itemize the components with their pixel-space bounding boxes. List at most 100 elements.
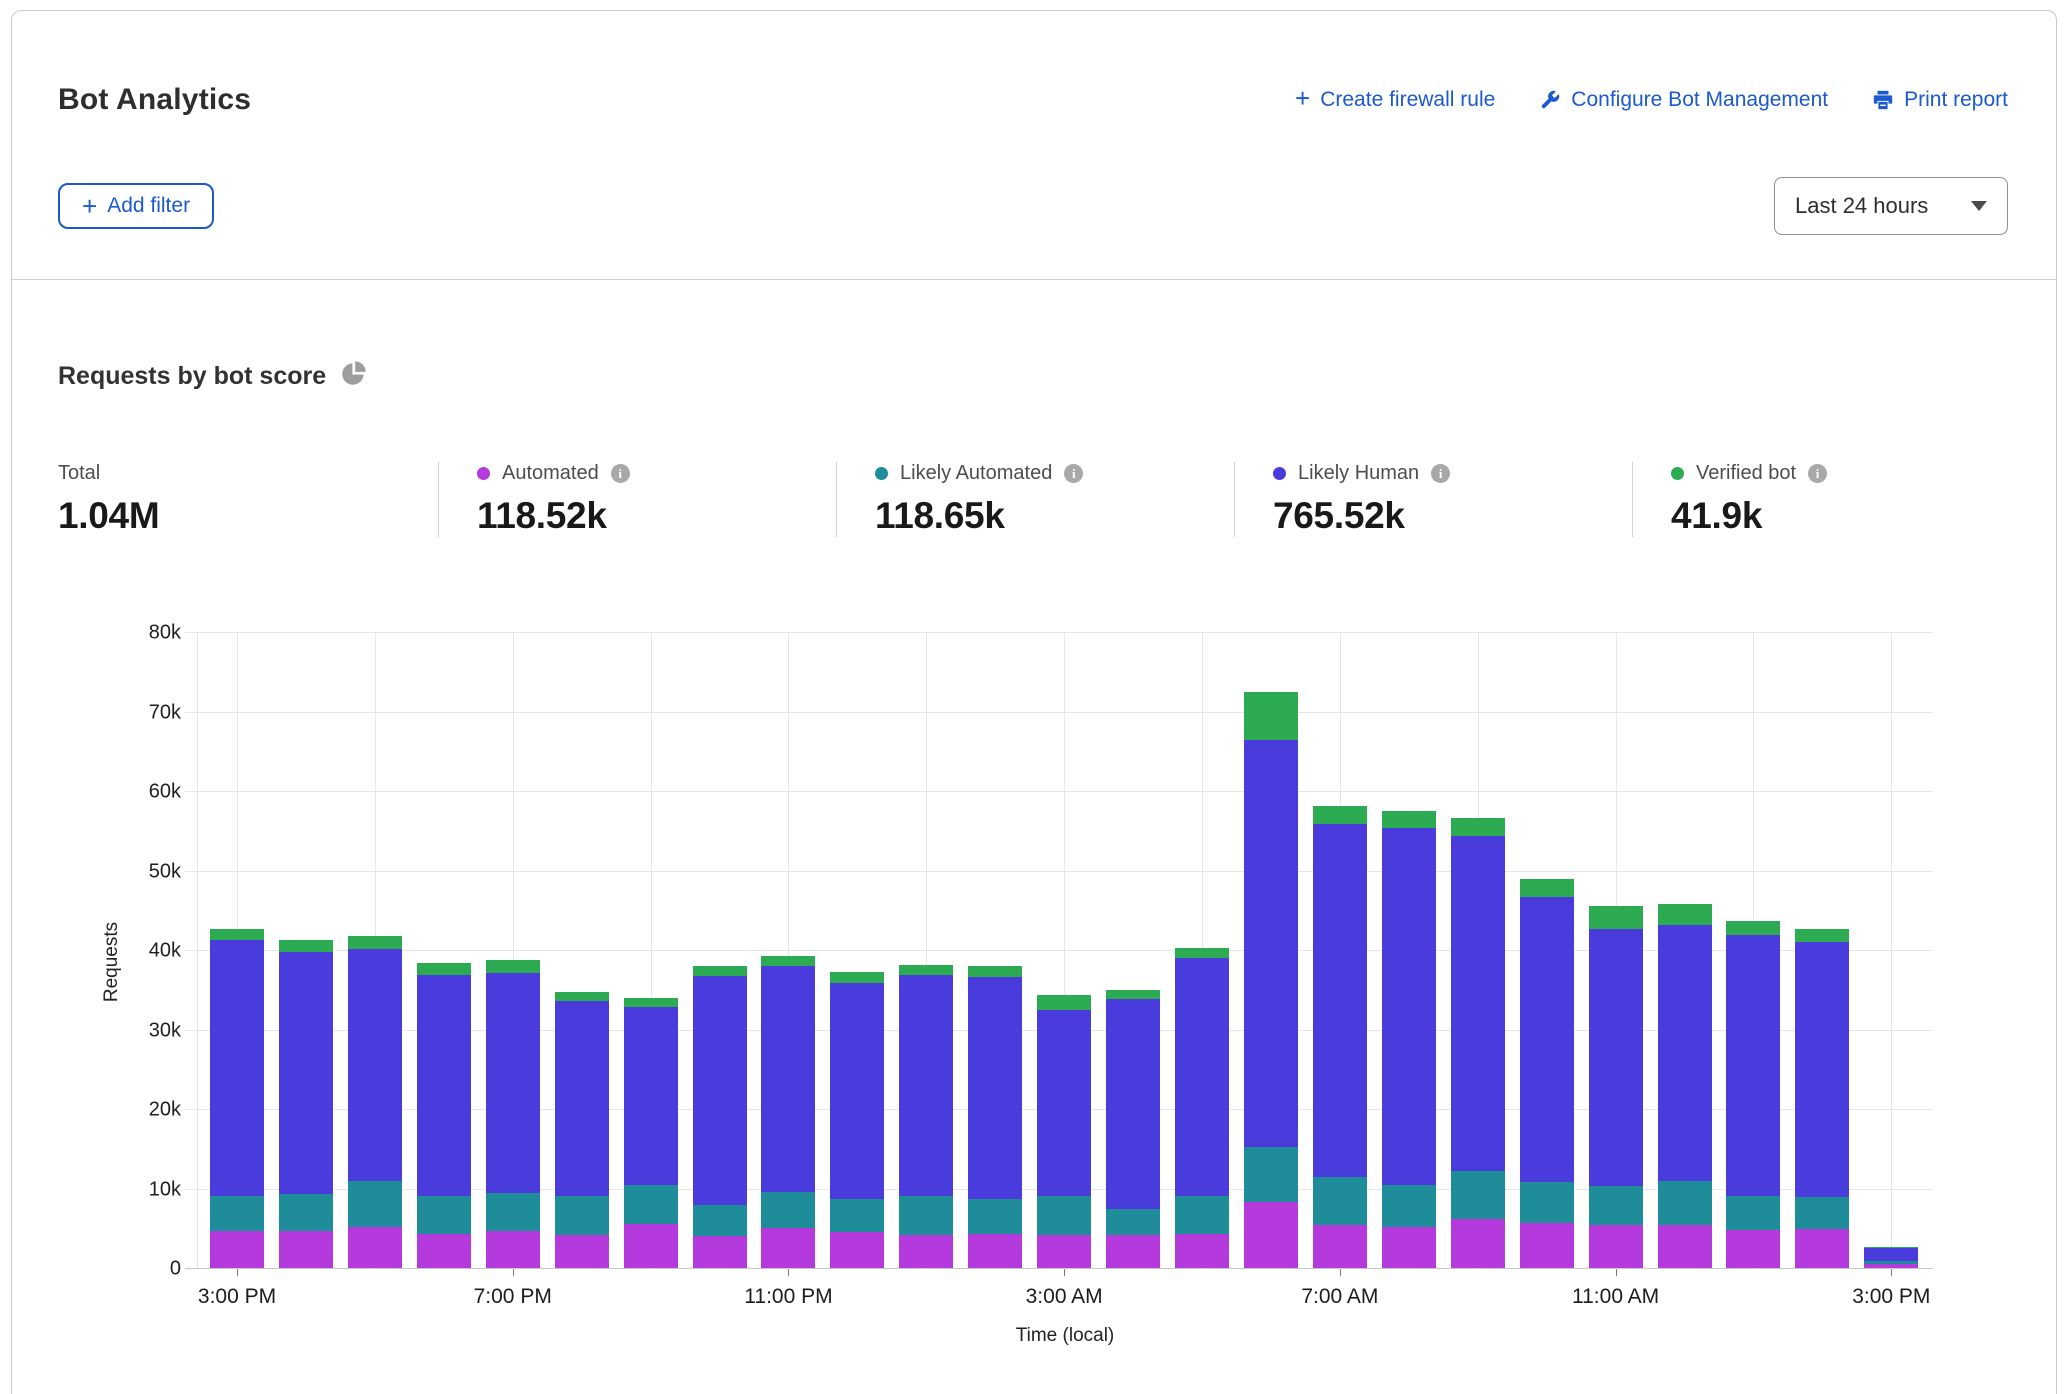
wrench-icon	[1539, 89, 1561, 111]
segment-likely-automated	[1589, 1186, 1643, 1225]
stat-value: 118.65k	[875, 495, 1234, 537]
segment-automated	[693, 1236, 747, 1268]
legend-dot-icon	[1671, 467, 1684, 480]
y-tick-label: 50k	[149, 860, 181, 883]
chart-bar-3-00-pm[interactable]	[1864, 1247, 1918, 1268]
segment-verified-bot	[1313, 806, 1367, 823]
segment-likely-automated	[624, 1185, 678, 1225]
segment-likely-automated	[1106, 1209, 1160, 1234]
chart-bar-6-00-am[interactable]	[1244, 692, 1298, 1268]
segment-likely-automated	[1175, 1196, 1229, 1234]
segment-verified-bot	[1106, 990, 1160, 999]
create-firewall-rule-link[interactable]: + Create firewall rule	[1295, 88, 1495, 113]
segment-automated	[417, 1234, 471, 1268]
segment-likely-automated	[1726, 1196, 1780, 1229]
segment-likely-automated	[555, 1196, 609, 1234]
segment-likely-automated	[1244, 1147, 1298, 1202]
segment-automated	[210, 1231, 264, 1268]
y-tick-label: 70k	[149, 701, 181, 724]
v-gridline	[1891, 633, 1892, 1269]
segment-automated	[1244, 1202, 1298, 1268]
chart-bar-7-00-pm[interactable]	[486, 960, 540, 1268]
chart-bar-10-00-pm[interactable]	[693, 966, 747, 1268]
info-icon[interactable]: i	[611, 464, 630, 483]
segment-automated	[830, 1232, 884, 1268]
segment-likely-automated	[279, 1194, 333, 1231]
segment-likely-human	[486, 973, 540, 1193]
configure-bot-management-link[interactable]: Configure Bot Management	[1539, 88, 1828, 112]
segment-verified-bot	[279, 940, 333, 953]
printer-icon	[1872, 89, 1894, 111]
y-tick-label: 80k	[149, 622, 181, 645]
header: Bot Analytics + Create firewall rule Confi…	[58, 83, 2008, 117]
x-tick	[1340, 1269, 1341, 1276]
segment-verified-bot	[624, 998, 678, 1008]
stat-value: 765.52k	[1273, 495, 1632, 537]
x-tick	[1891, 1269, 1892, 1276]
segment-likely-human	[1520, 897, 1574, 1182]
bot-analytics-card: Bot Analytics + Create firewall rule Confi…	[11, 10, 2057, 1394]
segment-verified-bot	[348, 936, 402, 950]
segment-automated	[348, 1227, 402, 1268]
chart-bar-4-00-pm[interactable]	[279, 940, 333, 1268]
y-tick-label: 40k	[149, 940, 181, 963]
segment-likely-automated	[1451, 1171, 1505, 1219]
chart-bar-3-00-pm[interactable]	[210, 929, 264, 1268]
chart-bar-6-00-pm[interactable]	[417, 963, 471, 1268]
segment-automated	[1175, 1234, 1229, 1268]
chart-bar-11-00-pm[interactable]	[761, 956, 815, 1268]
chart-bar-11-00-am[interactable]	[1589, 906, 1643, 1269]
segment-likely-human	[348, 949, 402, 1181]
stat-label: Likely Human	[1298, 462, 1419, 485]
info-icon[interactable]: i	[1431, 464, 1450, 483]
header-actions: + Create firewall rule Configure Bot Manag…	[1295, 88, 2008, 113]
time-range-value: Last 24 hours	[1795, 193, 1928, 219]
chart-bar-5-00-pm[interactable]	[348, 936, 402, 1268]
segment-automated	[486, 1231, 540, 1268]
h-gridline	[185, 871, 1933, 872]
info-icon[interactable]: i	[1064, 464, 1083, 483]
chart-bar-12-00-pm[interactable]	[1658, 904, 1712, 1268]
y-tick-label: 20k	[149, 1099, 181, 1122]
segment-verified-bot	[693, 966, 747, 976]
chart-bar-2-00-pm[interactable]	[1795, 929, 1849, 1268]
x-axis-line	[185, 1268, 1933, 1269]
chart-bar-10-00-am[interactable]	[1520, 879, 1574, 1268]
chart-bar-2-00-am[interactable]	[968, 966, 1022, 1268]
segment-likely-human	[279, 952, 333, 1194]
add-filter-button[interactable]: + Add filter	[58, 183, 214, 229]
segment-automated	[968, 1234, 1022, 1268]
segment-verified-bot	[830, 972, 884, 983]
chevron-down-icon	[1971, 201, 1987, 211]
chart-bar-9-00-pm[interactable]	[624, 998, 678, 1268]
stat-likely-human: Likely Human i 765.52k	[1234, 462, 1632, 537]
chart-bar-9-00-am[interactable]	[1451, 818, 1505, 1268]
chart-bar-8-00-am[interactable]	[1382, 811, 1436, 1268]
chart-bar-12-00-am[interactable]	[830, 972, 884, 1269]
segment-likely-human	[1313, 824, 1367, 1177]
plus-icon: +	[1295, 88, 1310, 113]
info-icon[interactable]: i	[1808, 464, 1827, 483]
legend-dot-icon	[477, 467, 490, 480]
chart-bar-5-00-am[interactable]	[1175, 948, 1229, 1268]
chart-bar-7-00-am[interactable]	[1313, 806, 1367, 1268]
time-range-select[interactable]: Last 24 hours	[1774, 177, 2008, 235]
chart-bar-4-00-am[interactable]	[1106, 990, 1160, 1268]
x-tick-label: 7:00 AM	[1301, 1285, 1378, 1309]
chart-bar-3-00-am[interactable]	[1037, 995, 1091, 1268]
y-axis-title: Requests	[101, 902, 123, 1022]
segment-likely-human	[624, 1007, 678, 1184]
chart-bar-1-00-pm[interactable]	[1726, 921, 1780, 1268]
segment-likely-automated	[968, 1199, 1022, 1234]
plus-icon: +	[82, 196, 97, 216]
stats-row: Total 1.04M Automatedi118.52kLikely Auto…	[58, 462, 2008, 537]
page-title: Bot Analytics	[58, 83, 251, 117]
segment-verified-bot	[899, 965, 953, 975]
section-heading: Requests by bot score	[58, 360, 2008, 392]
stat-likely-automated: Likely Automatedi118.65k	[836, 462, 1234, 537]
chart-bar-1-00-am[interactable]	[899, 965, 953, 1268]
print-report-link[interactable]: Print report	[1872, 88, 2008, 112]
create-firewall-rule-label: Create firewall rule	[1320, 88, 1495, 112]
chart-bar-8-00-pm[interactable]	[555, 992, 609, 1268]
segment-likely-human	[830, 983, 884, 1199]
